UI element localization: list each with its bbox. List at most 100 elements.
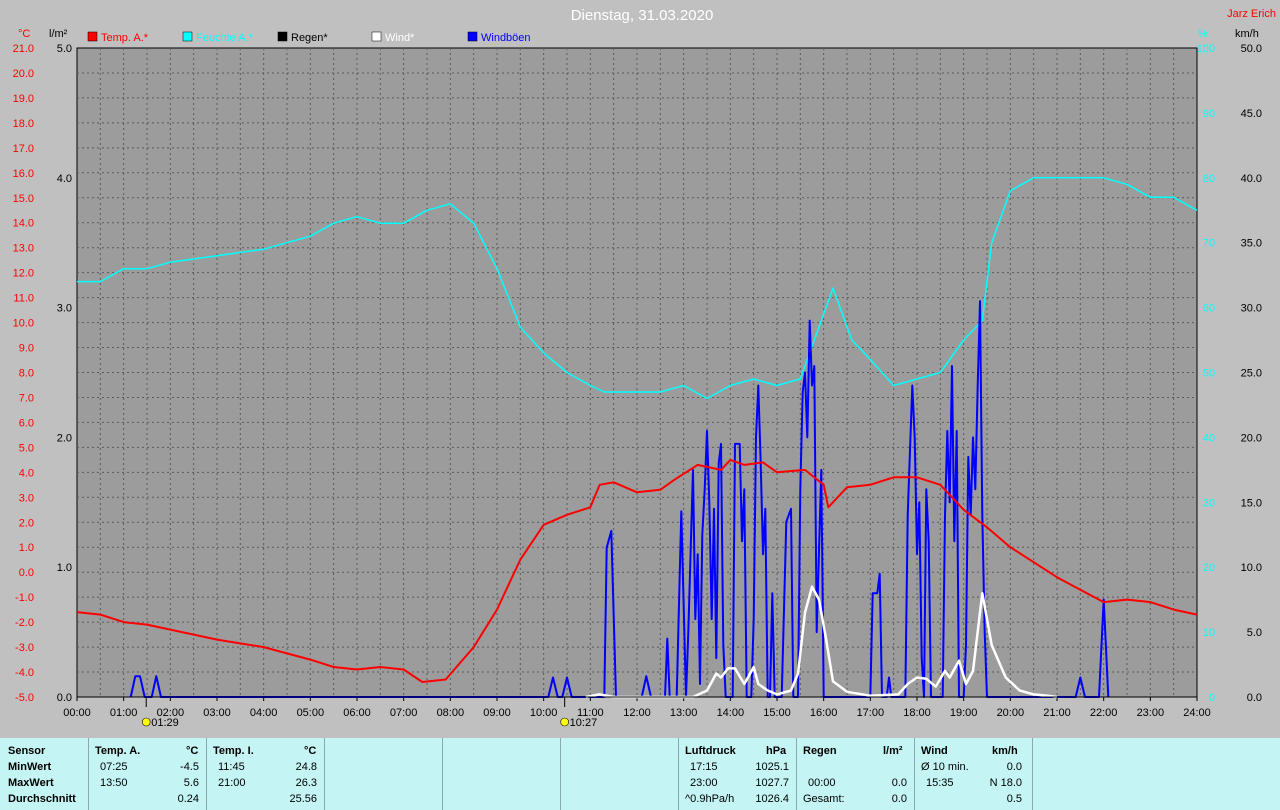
temp-tick-label: 14.0 bbox=[13, 218, 34, 230]
chart-title: Dienstag, 31.03.2020 bbox=[571, 7, 714, 24]
x-tick-label: 08:00 bbox=[437, 707, 465, 719]
x-tick-label: 14:00 bbox=[717, 707, 745, 719]
x-tick-label: 01:00 bbox=[110, 707, 138, 719]
row-label-avg: Durchschnitt bbox=[8, 793, 76, 805]
divider bbox=[1032, 738, 1033, 810]
x-tick-label: 21:00 bbox=[1043, 707, 1071, 719]
wind-tick-label: 15.0 bbox=[1241, 497, 1262, 509]
temp-tick-label: 5.0 bbox=[19, 442, 34, 454]
statistics-panel: Sensor MinWert MaxWert Durchschnitt Temp… bbox=[0, 738, 1280, 810]
pressure-min-time: 17:15 bbox=[690, 761, 718, 773]
marker-time-label: 10:27 bbox=[570, 717, 598, 729]
temp-tick-label: 10.0 bbox=[13, 318, 34, 330]
legend-label: Windböen bbox=[481, 32, 531, 44]
x-tick-label: 07:00 bbox=[390, 707, 418, 719]
pressure-header: Luftdruck bbox=[685, 745, 736, 757]
x-tick-label: 09:00 bbox=[483, 707, 511, 719]
temp-i-avg-value: 25.56 bbox=[289, 793, 317, 805]
wind-tick-label: 50.0 bbox=[1241, 43, 1262, 55]
temp-tick-label: 13.0 bbox=[13, 243, 34, 255]
rain-unit: l/m² bbox=[883, 745, 903, 757]
divider bbox=[442, 738, 443, 810]
divider bbox=[560, 738, 561, 810]
temp-tick-label: 0.0 bbox=[19, 567, 34, 579]
wind-max-time: 15:35 bbox=[926, 777, 954, 789]
x-tick-label: 13:00 bbox=[670, 707, 698, 719]
legend-swatch bbox=[371, 31, 382, 42]
temp-tick-label: 21.0 bbox=[13, 43, 34, 55]
sunset-moon-icon bbox=[560, 717, 569, 727]
wind-header: Wind bbox=[921, 745, 948, 757]
temp-tick-label: 6.0 bbox=[19, 417, 34, 429]
wind-tick-label: 0.0 bbox=[1247, 692, 1262, 704]
humidity-tick-label: 60 bbox=[1203, 303, 1215, 315]
x-tick-label: 10:00 bbox=[530, 707, 558, 719]
x-tick-label: 03:00 bbox=[203, 707, 231, 719]
temp-tick-label: 15.0 bbox=[13, 193, 34, 205]
divider bbox=[796, 738, 797, 810]
temp-tick-label: -2.0 bbox=[15, 617, 34, 629]
wind-mean-value: 0.5 bbox=[1006, 793, 1022, 805]
legend-swatch bbox=[467, 31, 478, 42]
rain-tick-label: 3.0 bbox=[57, 303, 72, 315]
pressure-unit: hPa bbox=[766, 745, 787, 757]
wind-tick-label: 10.0 bbox=[1241, 562, 1262, 574]
wind-tick-label: 20.0 bbox=[1241, 432, 1262, 444]
humidity-tick-label: 10 bbox=[1203, 627, 1215, 639]
pressure-min-value: 1025.1 bbox=[755, 761, 789, 773]
x-tick-label: 22:00 bbox=[1090, 707, 1118, 719]
chart-grid bbox=[76, 47, 1198, 701]
wind-avg-value: 0.0 bbox=[1006, 761, 1022, 773]
wind-unit: km/h bbox=[992, 745, 1018, 757]
temp-a-min-time: 07:25 bbox=[100, 761, 128, 773]
temp-tick-label: 11.0 bbox=[13, 293, 34, 305]
temp-tick-label: 4.0 bbox=[19, 467, 34, 479]
humidity-tick-label: 50 bbox=[1203, 368, 1215, 380]
legend-label: Temp. A.* bbox=[101, 32, 149, 44]
legend-swatch bbox=[182, 31, 193, 42]
legend-swatch bbox=[277, 31, 288, 42]
row-label-min: MinWert bbox=[8, 761, 52, 773]
temp-tick-label: -1.0 bbox=[15, 592, 34, 604]
wind-tick-label: 45.0 bbox=[1241, 108, 1262, 120]
temp-tick-label: 16.0 bbox=[13, 168, 34, 180]
x-tick-label: 19:00 bbox=[950, 707, 978, 719]
sensor-header: Sensor bbox=[8, 745, 46, 757]
wind-max-value: N 18.0 bbox=[989, 777, 1022, 789]
temp-i-unit: °C bbox=[304, 745, 317, 757]
temp-tick-label: 17.0 bbox=[13, 143, 34, 155]
wind-tick-label: 35.0 bbox=[1241, 238, 1262, 250]
weather-chart: 00:00 01:00 02:00 03:00 04:00 05:00 06:00 07:00… bbox=[13, 7, 1276, 729]
rain-total-value: 0.0 bbox=[891, 793, 907, 805]
temp-tick-label: 1.0 bbox=[19, 542, 34, 554]
rain-max-time: 00:00 bbox=[808, 777, 836, 789]
humidity-tick-label: 80 bbox=[1203, 173, 1215, 185]
chart-legend: Temp. A.* Feuchte A.* Regen* Wind* Windböen bbox=[87, 31, 531, 44]
pressure-trend-value: 1026.4 bbox=[755, 793, 789, 805]
temp-tick-label: 18.0 bbox=[13, 118, 34, 130]
pressure-max-time: 23:00 bbox=[690, 777, 718, 789]
temp-tick-label: 9.0 bbox=[19, 343, 34, 355]
author-label: Jarz Erich bbox=[1227, 8, 1276, 20]
humidity-tick-label: 90 bbox=[1203, 108, 1215, 120]
wind-avg-label: Ø 10 min. bbox=[921, 761, 969, 773]
temp-i-min-time: 11:45 bbox=[218, 761, 245, 773]
rain-tick-label: 4.0 bbox=[57, 173, 72, 185]
divider bbox=[678, 738, 679, 810]
humidity-unit-label: % bbox=[1198, 28, 1208, 40]
x-tick-label: 24:00 bbox=[1183, 707, 1211, 719]
legend-label: Wind* bbox=[385, 32, 415, 44]
rain-unit-label: l/m² bbox=[49, 28, 68, 40]
x-tick-label: 06:00 bbox=[343, 707, 371, 719]
temp-tick-label: 12.0 bbox=[13, 268, 34, 280]
humidity-tick-label: 70 bbox=[1203, 238, 1215, 250]
humidity-tick-label: 100 bbox=[1197, 43, 1215, 55]
sunrise-moon-icon bbox=[141, 717, 151, 727]
rain-tick-label: 1.0 bbox=[57, 562, 72, 574]
temp-tick-label: 8.0 bbox=[19, 368, 34, 380]
x-tick-label: 18:00 bbox=[903, 707, 931, 719]
legend-label: Regen* bbox=[291, 32, 328, 44]
x-tick-label: 20:00 bbox=[997, 707, 1025, 719]
temp-tick-label: 2.0 bbox=[19, 517, 34, 529]
rain-header: Regen bbox=[803, 745, 837, 757]
